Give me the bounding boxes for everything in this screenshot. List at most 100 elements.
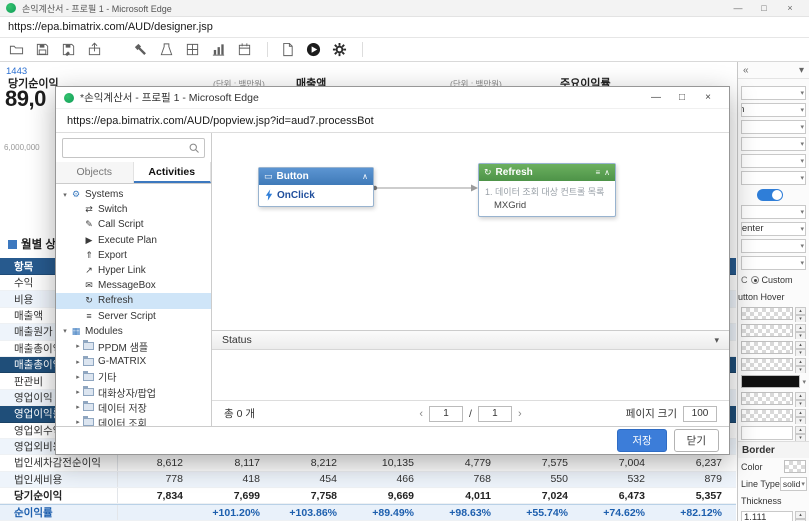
value-stepper[interactable]: ▴▾ — [795, 358, 806, 372]
run-icon[interactable] — [302, 40, 325, 60]
current-page-input[interactable]: 1 — [429, 406, 463, 422]
chart-icon[interactable] — [207, 40, 230, 60]
table-row[interactable]: 법인세차감전순이익8,6128,1178,21210,1354,7797,575… — [0, 455, 736, 471]
transparent-swatch[interactable] — [741, 358, 793, 371]
open-folder-icon[interactable] — [5, 40, 28, 60]
refresh-node[interactable]: ↻ Refresh ≡ ∧ 1. 데이터 조회 대상 컨트롤 목록 MXGrid — [478, 163, 616, 217]
tree-item-messagebox[interactable]: ✉MessageBox — [56, 278, 211, 293]
tree-item-export[interactable]: ⇑Export — [56, 248, 211, 263]
property-combo[interactable]: ▾ — [738, 237, 809, 254]
build-icon[interactable] — [129, 40, 152, 60]
tree-search[interactable] — [62, 138, 205, 158]
tree-item-hyper-link[interactable]: ↗Hyper Link — [56, 263, 211, 278]
radio-icon[interactable] — [751, 276, 759, 284]
close-dialog-button[interactable]: 닫기 — [674, 429, 719, 452]
line-type-select[interactable]: solid▾ — [780, 477, 807, 491]
property-combo[interactable]: ▾ — [738, 203, 809, 220]
value-stepper[interactable]: ▴▾ — [795, 324, 806, 338]
expander-icon[interactable]: ▸ — [73, 358, 83, 366]
button-node[interactable]: ▭ Button ∧ OnClick — [258, 167, 374, 207]
tree-item-execute-plan[interactable]: ▶Execute Plan — [56, 233, 211, 248]
transparent-swatch[interactable] — [741, 307, 793, 320]
transparent-swatch[interactable] — [741, 392, 793, 405]
expander-icon[interactable]: ▸ — [73, 403, 83, 411]
status-section-header[interactable]: Status ▾ — [212, 330, 729, 350]
tab-objects[interactable]: Objects — [56, 162, 134, 183]
value-stepper[interactable]: ▴▾ — [795, 341, 806, 355]
document-icon[interactable] — [276, 40, 299, 60]
collapse-node-icon[interactable]: ∧ — [362, 172, 368, 181]
window-titlebar[interactable]: 손익계산서 - 프로필 1 - Microsoft Edge — □ × — [0, 0, 809, 17]
value-stepper[interactable]: ▴▾ — [795, 307, 806, 321]
property-combo[interactable]: ▾ — [738, 152, 809, 169]
collapse-node-icon[interactable]: ∧ — [604, 168, 610, 177]
close-button[interactable]: × — [777, 0, 803, 16]
property-combo[interactable]: ▾ — [738, 254, 809, 271]
tools-icon[interactable] — [155, 40, 178, 60]
tree-item-ppdm-sample[interactable]: ▸PPDM 샘플 — [56, 339, 211, 354]
tree-root-systems[interactable]: ▾⚙Systems — [56, 187, 211, 202]
save-button[interactable]: 저장 — [617, 429, 666, 452]
address-bar[interactable]: https://epa.bimatrix.com/AUD/designer.js… — [0, 17, 809, 38]
value-stepper[interactable]: ▴▾ — [795, 511, 806, 521]
collapse-panel-icon[interactable]: « — [743, 65, 749, 76]
popup-minimize-button[interactable]: — — [643, 92, 669, 103]
save-as-icon[interactable] — [57, 40, 80, 60]
popup-close-button[interactable]: × — [695, 92, 721, 103]
property-combo[interactable]: Button▾ — [738, 101, 809, 118]
node-menu-icon[interactable]: ≡ — [595, 168, 600, 177]
next-page-icon[interactable]: › — [518, 408, 522, 420]
page-size-input[interactable]: 100 — [683, 406, 717, 422]
save-icon[interactable] — [31, 40, 54, 60]
tree-item-switch[interactable]: ⇄Switch — [56, 202, 211, 217]
numeric-input[interactable]: 1.111 — [741, 511, 793, 521]
settings-icon[interactable] — [328, 40, 351, 60]
transparent-swatch[interactable] — [741, 324, 793, 337]
expander-icon[interactable]: ▾ — [60, 327, 70, 335]
export-icon[interactable] — [83, 40, 106, 60]
minimize-button[interactable]: — — [725, 0, 751, 16]
expander-icon[interactable]: ▸ — [73, 388, 83, 396]
expander-icon[interactable]: ▸ — [73, 373, 83, 381]
popup-maximize-button[interactable]: □ — [669, 92, 695, 103]
table-row[interactable]: 법인세비용778418454466768550532879 — [0, 472, 736, 488]
maximize-button[interactable]: □ — [751, 0, 777, 16]
search-input[interactable] — [67, 143, 188, 154]
tree-item-dialog-popup[interactable]: ▸대화상자/팝업 — [56, 384, 211, 399]
prev-page-icon[interactable]: ‹ — [419, 408, 423, 420]
tree-item-etc[interactable]: ▸기타 — [56, 369, 211, 384]
tree-item-call-script[interactable]: ✎Call Script — [56, 217, 211, 232]
panel-chevron-icon[interactable]: ▾ — [799, 65, 804, 76]
border-color-swatch[interactable] — [784, 460, 806, 473]
chevron-down-icon[interactable]: ▾ — [802, 378, 806, 386]
value-stepper[interactable]: ▴▾ — [795, 392, 806, 406]
table-row[interactable]: 당기순이익7,8347,6997,7589,6694,0117,0246,473… — [0, 488, 736, 504]
property-combo[interactable]: Center▾ — [738, 220, 809, 237]
transparent-swatch[interactable] — [741, 341, 793, 354]
calendar-icon[interactable] — [233, 40, 256, 60]
tree-item-data-save[interactable]: ▸데이터 저장 — [56, 400, 211, 415]
property-combo[interactable]: ▾ — [738, 84, 809, 101]
grid-icon[interactable] — [181, 40, 204, 60]
property-combo[interactable]: ▾ — [738, 135, 809, 152]
tree-root-modules[interactable]: ▾▦Modules — [56, 324, 211, 339]
table-row[interactable]: 순이익률+101.20%+103.86%+89.49%+98.63%+55.74… — [0, 504, 736, 520]
tree-item-data-query[interactable]: ▸데이터 조회 — [56, 415, 211, 426]
black-swatch[interactable] — [741, 375, 800, 388]
tree-item-g-matrix[interactable]: ▸G-MATRIX — [56, 354, 211, 369]
expander-icon[interactable]: ▸ — [73, 418, 83, 426]
value-stepper[interactable]: ▴▾ — [795, 409, 806, 423]
numeric-input[interactable] — [741, 426, 793, 440]
expander-icon[interactable]: ▸ — [73, 342, 83, 350]
popup-titlebar[interactable]: *손익계산서 - 프로필 1 - Microsoft Edge — □ × — [56, 87, 729, 109]
onclick-event[interactable]: OnClick — [265, 189, 367, 201]
tree-item-refresh[interactable]: ↻Refresh — [56, 293, 211, 308]
transparent-swatch[interactable] — [741, 409, 793, 422]
expander-icon[interactable]: ▾ — [60, 191, 70, 199]
property-combo[interactable]: ▾ — [738, 169, 809, 186]
property-combo[interactable]: ▾ — [738, 118, 809, 135]
tree-item-server-script[interactable]: ≡Server Script — [56, 309, 211, 324]
tab-activities[interactable]: Activities — [134, 162, 212, 183]
value-stepper[interactable]: ▴▾ — [795, 426, 806, 440]
toggle-switch-on[interactable] — [757, 189, 783, 201]
